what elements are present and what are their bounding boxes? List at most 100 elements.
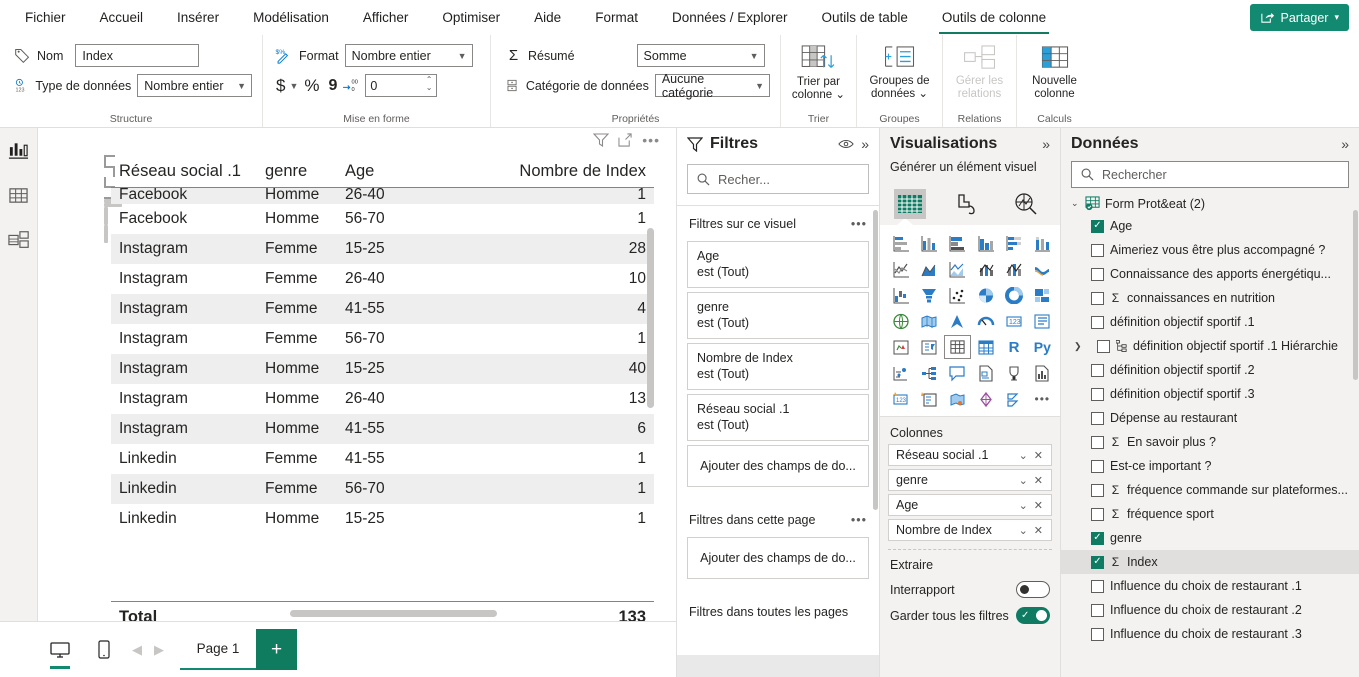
desktop-view-icon[interactable] — [38, 629, 82, 671]
table-row[interactable]: Instagram Homme 26-40 13 — [111, 384, 654, 414]
column-header-reseau-social[interactable]: Réseau social .1 — [119, 162, 265, 181]
well-age[interactable]: Age ⌄ ✕ — [888, 494, 1052, 516]
ribbon-tab-accueil[interactable]: Accueil — [83, 0, 161, 35]
field-item-influence-restaurant-3[interactable]: Influence du choix de restaurant .3 — [1061, 622, 1359, 646]
data-table-node[interactable]: ⌄ Form Prot&eat (2) — [1061, 194, 1359, 214]
next-page-button[interactable]: ▶ — [148, 642, 170, 658]
field-checkbox[interactable] — [1091, 483, 1104, 497]
remove-field-icon[interactable]: ✕ — [1031, 499, 1046, 512]
power-apps-icon[interactable]: 123 — [887, 387, 914, 411]
field-checkbox[interactable] — [1091, 315, 1104, 329]
scatter-chart-icon[interactable] — [944, 283, 971, 307]
model-view-icon[interactable] — [7, 228, 31, 252]
data-pane-scrollbar[interactable] — [1353, 210, 1358, 380]
field-item-connaissances-nutrition[interactable]: Σ connaissances en nutrition — [1061, 286, 1359, 310]
well-nombre-de-index[interactable]: Nombre de Index ⌄ ✕ — [888, 519, 1052, 541]
field-item-aimeriez-vous[interactable]: Aimeriez vous être plus accompagné ? — [1061, 238, 1359, 262]
ribbon-tab-optimiser[interactable]: Optimiser — [425, 0, 517, 35]
table-row[interactable]: Linkedin Femme 56-70 1 — [111, 474, 654, 504]
filters-pane-scrollbar[interactable] — [873, 210, 878, 510]
field-item-index[interactable]: Σ Index — [1061, 550, 1359, 574]
table-row[interactable]: Linkedin Homme 15-25 1 — [111, 504, 654, 534]
hide-filters-icon[interactable] — [838, 138, 854, 150]
field-item-frequence-sport[interactable]: Σ fréquence sport — [1061, 502, 1359, 526]
ribbon-tab-aide[interactable]: Aide — [517, 0, 578, 35]
100-stacked-bar-chart-icon[interactable] — [1000, 231, 1027, 255]
chevron-down-icon[interactable]: ⌄ — [1016, 474, 1031, 487]
clustered-bar-chart-icon[interactable] — [944, 231, 971, 255]
canvas-horizontal-scrollbar[interactable] — [290, 610, 497, 617]
table-row[interactable]: Instagram Femme 41-55 4 — [111, 294, 654, 324]
power-automate-icon[interactable] — [915, 387, 942, 411]
filter-card-genre[interactable]: genre est (Tout) — [687, 292, 869, 339]
decimal-places-input[interactable]: 0 ⌃ ⌄ — [365, 74, 438, 97]
table-visual[interactable]: ••• Réseau social .1 genre Age Nombre de… — [104, 133, 660, 621]
smart-narrative-icon[interactable] — [972, 361, 999, 385]
table-row[interactable]: Facebook Homme 26-40 1 — [111, 188, 654, 204]
area-chart-icon[interactable] — [915, 257, 942, 281]
decomposition-tree-icon[interactable] — [915, 361, 942, 385]
paginated-report-icon[interactable] — [1029, 361, 1056, 385]
filled-map-icon[interactable] — [915, 309, 942, 333]
field-checkbox[interactable] — [1091, 219, 1104, 233]
field-item-influence-restaurant-1[interactable]: Influence du choix de restaurant .1 — [1061, 574, 1359, 598]
field-checkbox[interactable] — [1091, 555, 1104, 569]
column-header-genre[interactable]: genre — [265, 162, 345, 181]
ribbon-tab-outils-de-colonne[interactable]: Outils de colonne — [925, 0, 1063, 35]
mobile-view-icon[interactable] — [82, 629, 126, 671]
filters-page-dropzone[interactable]: Ajouter des champs de do... — [687, 537, 869, 579]
more-options-icon[interactable]: ••• — [642, 133, 660, 147]
field-checkbox[interactable] — [1091, 435, 1104, 449]
resize-handle-right[interactable] — [104, 225, 108, 243]
python-visual-icon[interactable]: Py — [1029, 335, 1056, 359]
data-type-select[interactable]: Nombre entier ▼ — [137, 74, 252, 97]
data-view-icon[interactable] — [7, 183, 31, 207]
table-row[interactable]: Instagram Femme 15-25 28 — [111, 234, 654, 264]
stacked-area-chart-icon[interactable] — [944, 257, 971, 281]
field-item-definition-objectif-1-hierarchie[interactable]: ❯ définition objectif sportif .1 Hiérarc… — [1061, 334, 1359, 358]
data-category-select[interactable]: Aucune catégorie ▼ — [654, 72, 770, 100]
format-visual-tab[interactable] — [952, 189, 984, 219]
currency-format-button[interactable]: $ — [275, 76, 286, 96]
field-checkbox[interactable] — [1091, 579, 1104, 593]
format-select[interactable]: Nombre entier ▼ — [344, 44, 473, 67]
column-name-input[interactable]: Index — [75, 44, 200, 67]
currency-chevron-icon[interactable]: ▼ — [289, 81, 298, 91]
clustered-column-chart-icon[interactable] — [972, 231, 999, 255]
well-reseau-social[interactable]: Réseau social .1 ⌄ ✕ — [888, 444, 1052, 466]
card-icon[interactable]: 123 — [1000, 309, 1027, 333]
filter-card-age[interactable]: Age est (Tout) — [687, 241, 869, 288]
report-canvas[interactable]: ••• Réseau social .1 genre Age Nombre de… — [38, 128, 676, 621]
line-clustered-column-chart-icon[interactable] — [1000, 257, 1027, 281]
field-item-definition-objectif-3[interactable]: définition objectif sportif .3 — [1061, 382, 1359, 406]
stacked-bar-chart-icon[interactable] — [887, 231, 914, 255]
field-item-definition-objectif-2[interactable]: définition objectif sportif .2 — [1061, 358, 1359, 382]
filters-search-input[interactable]: Recher... — [687, 164, 869, 194]
kpi-icon[interactable] — [887, 335, 914, 359]
percent-format-button[interactable]: % — [301, 76, 322, 96]
collapse-data-pane-icon[interactable]: » — [1341, 136, 1349, 152]
field-checkbox[interactable] — [1091, 603, 1104, 617]
table-row[interactable]: Instagram Femme 56-70 1 — [111, 324, 654, 354]
sort-by-column-button[interactable]: Trier par colonne ⌄ — [781, 41, 856, 102]
column-header-nombre-de-index[interactable]: Nombre de Index — [449, 162, 646, 181]
expand-hierarchy-icon[interactable]: ❯ — [1074, 341, 1084, 352]
chevron-down-icon[interactable]: ⌄ — [1016, 524, 1031, 537]
keepfilters-toggle[interactable] — [1016, 607, 1050, 624]
filter-card-nombre-de-index[interactable]: Nombre de Index est (Tout) — [687, 343, 869, 390]
matrix-icon[interactable] — [972, 335, 999, 359]
analytics-visual-tab[interactable] — [1010, 189, 1042, 219]
summarization-select[interactable]: Somme ▼ — [636, 44, 765, 67]
field-checkbox[interactable] — [1091, 411, 1104, 425]
arcgis-maps-icon[interactable] — [944, 387, 971, 411]
azure-map-icon[interactable] — [944, 309, 971, 333]
crossreport-toggle[interactable] — [1016, 581, 1050, 598]
qna-icon[interactable] — [944, 361, 971, 385]
well-genre[interactable]: genre ⌄ ✕ — [888, 469, 1052, 491]
chevron-down-icon[interactable]: ⌄ — [1016, 449, 1031, 462]
field-item-connaissance-apports[interactable]: Connaissance des apports énergétiqu... — [1061, 262, 1359, 286]
field-item-age[interactable]: Age — [1061, 214, 1359, 238]
map-icon[interactable] — [887, 309, 914, 333]
key-influencers-icon[interactable] — [887, 361, 914, 385]
treemap-icon[interactable] — [1029, 283, 1056, 307]
